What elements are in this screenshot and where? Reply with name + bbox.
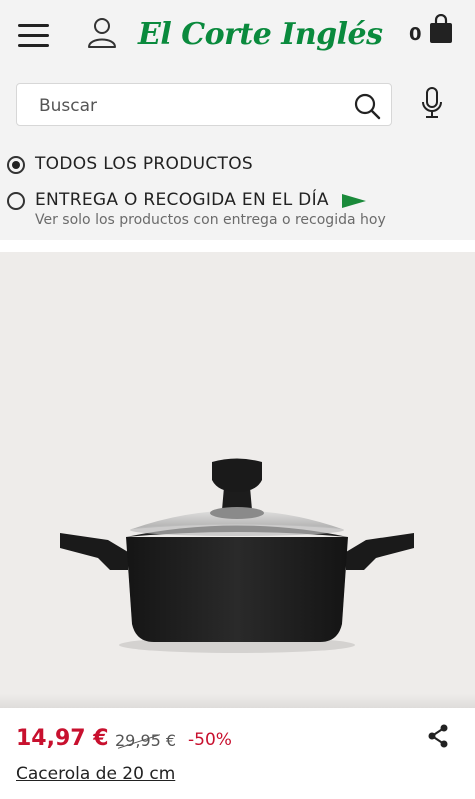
product-title-link[interactable]: Cacerola de 20 cm: [16, 764, 175, 784]
filter-same-day-subtitle: Ver solo los productos con entrega o rec…: [35, 212, 386, 228]
brand-logo[interactable]: El Corte Inglés: [138, 12, 383, 58]
search-input[interactable]: [37, 94, 341, 118]
menu-icon[interactable]: [18, 22, 52, 50]
cooking-pot-image: [60, 458, 414, 653]
product-image[interactable]: [0, 252, 475, 708]
filter-all-label: TODOS LOS PRODUCTOS: [35, 154, 253, 174]
image-bottom-shadow: [0, 694, 475, 708]
filter-same-day-label: ENTREGA O RECOGIDA EN EL DÍA: [35, 190, 329, 210]
search-icon[interactable]: [353, 92, 381, 120]
current-price: 14,97 €: [16, 726, 109, 751]
flag-icon: [342, 194, 366, 208]
top-header: El Corte Inglés 0: [0, 0, 475, 70]
original-price-text: 29,95 €: [115, 731, 177, 750]
search-box: [16, 83, 392, 126]
filter-same-day[interactable]: ENTREGA O RECOGIDA EN EL DÍA Ver solo lo…: [7, 190, 427, 232]
discount-badge: -50%: [188, 730, 232, 750]
radio-unselected[interactable]: [7, 192, 25, 210]
user-icon[interactable]: [86, 16, 118, 50]
original-price: 29,95 €: [115, 731, 176, 750]
search-area: TODOS LOS PRODUCTOS ENTREGA O RECOGIDA E…: [0, 70, 475, 240]
filter-all-products[interactable]: TODOS LOS PRODUCTOS: [7, 154, 427, 176]
share-icon[interactable]: [427, 724, 449, 748]
cart-count: 0: [409, 24, 422, 45]
shopping-bag-icon[interactable]: [428, 13, 454, 46]
radio-selected[interactable]: [7, 156, 25, 174]
microphone-icon[interactable]: [419, 86, 445, 122]
